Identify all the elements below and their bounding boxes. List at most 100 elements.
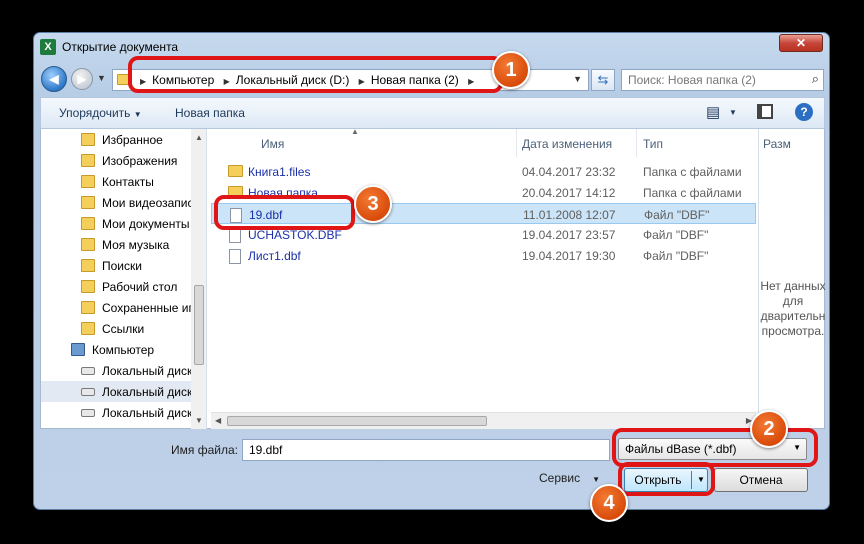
preview-line: Нет данных (760, 279, 826, 293)
folder-icon (81, 154, 95, 167)
file-date: 20.04.2017 14:12 (522, 186, 616, 200)
navigation-pane: Избранное Изображения Контакты Мои видео… (41, 129, 207, 429)
content-area: Избранное Изображения Контакты Мои видео… (40, 129, 826, 429)
sidebar-item-local-disk[interactable]: Локальный диск (41, 360, 191, 381)
file-date: 19.04.2017 23:57 (522, 228, 616, 242)
file-type: Файл "DBF" (644, 208, 710, 222)
preview-pane-icon[interactable] (757, 104, 773, 119)
sidebar-scrollbar[interactable]: ▲ ▼ (191, 129, 206, 429)
service-label: Сервис (539, 471, 581, 485)
folder-icon (228, 165, 243, 177)
sidebar-item-label: Изображения (102, 154, 178, 168)
scroll-left-icon[interactable]: ◀ (215, 416, 221, 425)
refresh-button[interactable]: ⇆ (591, 69, 615, 91)
search-placeholder: Поиск: Новая папка (2) (628, 73, 756, 87)
back-button[interactable]: ◀ (41, 66, 67, 92)
sidebar-item-videos[interactable]: Мои видеозапис (41, 192, 191, 213)
column-header-name[interactable]: Имя ▲ (211, 129, 517, 157)
file-date: 11.01.2008 12:07 (523, 208, 616, 222)
folder-icon (81, 238, 95, 251)
filename-field[interactable]: 19.dbf (242, 439, 610, 461)
excel-icon: X (40, 39, 56, 55)
sidebar-item-links[interactable]: Ссылки (41, 318, 191, 339)
sidebar-item-local-disk[interactable]: Локальный диск (41, 381, 191, 402)
filename-value: 19.dbf (249, 443, 283, 457)
sidebar-item-label: Локальный диск (102, 364, 191, 378)
highlight-selected-file (214, 195, 355, 230)
file-icon (229, 249, 241, 264)
step-badge-4: 4 (590, 484, 628, 522)
address-dropdown-icon[interactable]: ▼ (573, 74, 582, 84)
file-name: UCHASTOK.DBF (248, 228, 342, 242)
sidebar-item-local-disk[interactable]: Локальный диск (41, 402, 191, 423)
sidebar-item-label: Мои видеозапис (102, 196, 191, 210)
sidebar-item-label: Моя музыка (102, 238, 170, 252)
search-input[interactable]: Поиск: Новая папка (2) ⌕ (621, 69, 824, 91)
cancel-button[interactable]: Отмена (714, 468, 808, 492)
computer-icon (71, 343, 85, 356)
sidebar-item-contacts[interactable]: Контакты (41, 171, 191, 192)
help-icon[interactable]: ? (795, 103, 813, 121)
sidebar-item-label: Избранное (102, 133, 163, 147)
history-dropdown-icon[interactable]: ▼ (97, 73, 106, 83)
file-date: 04.04.2017 23:32 (522, 165, 616, 179)
file-type: Папка с файлами (643, 186, 742, 200)
sidebar-item-label: Компьютер (92, 343, 155, 357)
scroll-up-icon[interactable]: ▲ (195, 133, 203, 142)
scrollbar-thumb[interactable] (194, 285, 204, 365)
column-header-date[interactable]: Дата изменения (517, 129, 637, 157)
sidebar-item-label: Поиски (102, 259, 142, 273)
sidebar-item-label: Сохраненные иг (102, 301, 191, 315)
sort-up-icon: ▲ (351, 129, 359, 136)
command-toolbar: Упорядочить ▼ Новая папка ▤ ▼ ? (40, 97, 825, 129)
file-list-scrollbar[interactable]: ◀ ▶ (211, 412, 756, 429)
close-button[interactable]: ✕ (779, 34, 823, 52)
view-dropdown-icon[interactable]: ▼ (729, 108, 737, 117)
folder-icon (81, 301, 95, 314)
preview-pane: Разм Нет данных для дварительн просмотра… (758, 129, 826, 429)
sidebar-item-images[interactable]: Изображения (41, 150, 191, 171)
highlight-open-button (618, 462, 715, 496)
drive-icon (81, 367, 95, 375)
drive-icon (81, 409, 95, 417)
organize-label: Упорядочить (59, 106, 131, 120)
view-options-icon[interactable]: ▤ (706, 103, 720, 121)
sidebar-item-computer[interactable]: Компьютер (41, 339, 191, 360)
column-header-type[interactable]: Тип (637, 129, 756, 157)
sidebar-item-label: Мои документы (102, 217, 190, 231)
star-folder-icon (81, 133, 95, 146)
drive-icon (81, 388, 95, 396)
sidebar-item-documents[interactable]: Мои документы (41, 213, 191, 234)
scroll-down-icon[interactable]: ▼ (195, 416, 203, 425)
file-name: Лист1.dbf (248, 249, 301, 263)
forward-button[interactable]: ▶ (71, 68, 93, 90)
sidebar-item-searches[interactable]: Поиски (41, 255, 191, 276)
file-row[interactable]: Книга1.files 04.04.2017 23:32 Папка с фа… (211, 161, 756, 182)
file-icon (229, 228, 241, 243)
window-title: Открытие документа (62, 40, 179, 54)
column-label: Имя (261, 137, 285, 151)
sidebar-item-desktop[interactable]: Рабочий стол (41, 276, 191, 297)
sidebar-item-music[interactable]: Моя музыка (41, 234, 191, 255)
chevron-down-icon: ▼ (133, 110, 142, 119)
search-icon: ⌕ (811, 71, 819, 86)
file-type: Папка с файлами (643, 165, 742, 179)
sidebar-item-label: Локальный диск (102, 406, 191, 420)
organize-button[interactable]: Упорядочить ▼ (59, 106, 142, 120)
file-name: Книга1.files (248, 165, 311, 179)
column-label: Дата изменения (522, 137, 613, 151)
service-button[interactable]: Сервис ▼ (539, 471, 600, 485)
file-type: Файл "DBF" (643, 249, 709, 263)
sidebar-item-favorites[interactable]: Избранное (41, 129, 191, 150)
scrollbar-thumb[interactable] (227, 416, 487, 426)
step-badge-1: 1 (492, 51, 530, 89)
column-header-size[interactable]: Разм (763, 137, 791, 151)
sidebar-item-saved-games[interactable]: Сохраненные иг (41, 297, 191, 318)
sidebar-item-label: Локальный диск (102, 385, 191, 399)
chevron-down-icon: ▼ (592, 475, 601, 484)
folder-icon (81, 259, 95, 272)
file-row[interactable]: Лист1.dbf 19.04.2017 19:30 Файл "DBF" (211, 245, 756, 266)
new-folder-button[interactable]: Новая папка (175, 106, 245, 120)
folder-icon (81, 175, 95, 188)
file-list: Имя ▲ Дата изменения Тип Книга1.files 04… (211, 129, 756, 429)
